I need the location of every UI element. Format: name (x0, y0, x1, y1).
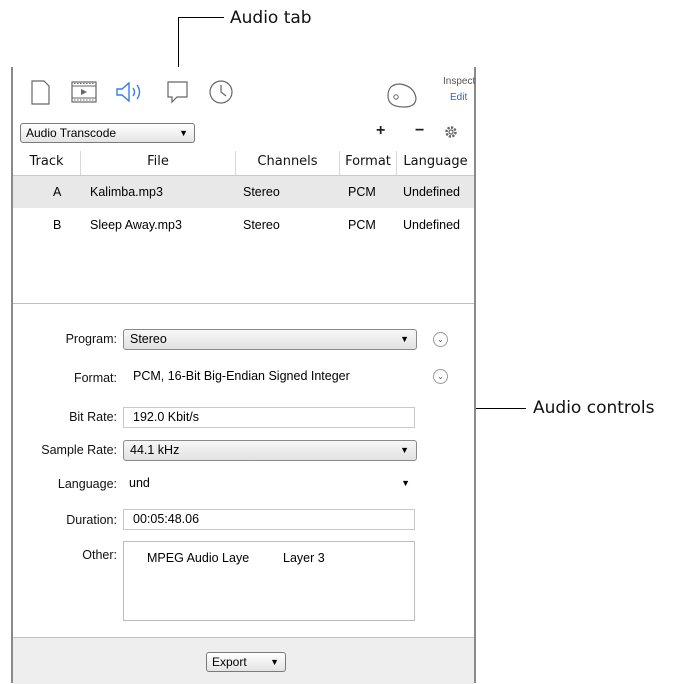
export-label: Export (212, 655, 247, 669)
program-value: Stereo (130, 332, 167, 346)
other-value-1: MPEG Audio Laye (147, 551, 250, 565)
cell-file: Sleep Away.mp3 (90, 218, 182, 232)
cell-channels: Stereo (243, 185, 280, 199)
cell-format: PCM (348, 218, 376, 232)
preset-dropdown[interactable]: Audio Transcode ▼ (20, 123, 195, 143)
divider (13, 303, 474, 304)
program-select[interactable]: Stereo ▼ (123, 329, 417, 350)
document-icon[interactable] (25, 77, 55, 107)
tracks-table: Track File Channels Format Language A Ka… (13, 151, 474, 303)
callout-line-audio-controls (476, 408, 526, 409)
format-field: PCM, 16-Bit Big-Endian Signed Integer (123, 366, 413, 387)
chevron-down-icon: ▼ (400, 445, 409, 455)
duration-field[interactable]: 00:05:48.06 (123, 509, 415, 530)
callout-audio-tab: Audio tab (230, 8, 312, 28)
gear-icon[interactable] (442, 123, 460, 141)
bitrate-field[interactable]: 192.0 Kbit/s (123, 407, 415, 428)
cell-file: Kalimba.mp3 (90, 185, 163, 199)
column-header-format[interactable]: Format (340, 151, 397, 175)
audio-icon[interactable] (113, 77, 143, 107)
column-header-channels[interactable]: Channels (236, 151, 340, 175)
column-header-track[interactable]: Track (13, 151, 81, 175)
format-label: Format: (73, 371, 117, 385)
other-value-2: Layer 3 (283, 551, 325, 565)
program-disclosure-icon[interactable]: ⌄ (433, 332, 448, 347)
inspector-panel: Inspect Edit Audio Transcode ▼ + − Track… (11, 67, 476, 684)
duration-label: Duration: (66, 513, 117, 527)
inspect-icon[interactable] (384, 80, 417, 110)
cell-language: Undefined (403, 185, 460, 199)
chevron-down-icon: ▼ (179, 128, 188, 138)
table-row[interactable]: B Sleep Away.mp3 Stereo PCM Undefined (13, 209, 474, 241)
cell-track: A (53, 185, 62, 199)
chevron-down-icon: ▼ (401, 478, 410, 488)
cell-track: B (53, 218, 62, 232)
samplerate-value: 44.1 kHz (130, 443, 180, 457)
chevron-down-icon: ▼ (400, 334, 409, 344)
subtitle-icon[interactable] (163, 77, 193, 107)
cell-format: PCM (348, 185, 376, 199)
other-label: Other: (82, 548, 117, 562)
remove-button[interactable]: − (415, 122, 424, 140)
column-header-file[interactable]: File (81, 151, 236, 175)
edit-link[interactable]: Edit (450, 92, 467, 103)
callout-line-audio-tab-h (178, 17, 224, 18)
preset-value: Audio Transcode (26, 126, 117, 140)
samplerate-label: Sample Rate: (41, 443, 117, 457)
chevron-down-icon: ▼ (270, 657, 279, 667)
toolbar: Inspect Edit (13, 67, 475, 117)
table-row[interactable]: A Kalimba.mp3 Stereo PCM Undefined (13, 176, 474, 208)
language-select[interactable]: und ▼ (123, 474, 417, 495)
language-value: und (129, 476, 150, 490)
callout-audio-controls: Audio controls (533, 398, 655, 418)
cell-language: Undefined (403, 218, 460, 232)
clock-icon[interactable] (206, 77, 236, 107)
footer-bar: Export ▼ (13, 637, 474, 684)
format-disclosure-icon[interactable]: ⌄ (433, 369, 448, 384)
inspect-label[interactable]: Inspect (443, 76, 475, 87)
other-textarea[interactable]: MPEG Audio Laye Layer 3 (123, 541, 415, 621)
bitrate-label: Bit Rate: (69, 410, 117, 424)
cell-channels: Stereo (243, 218, 280, 232)
language-label: Language: (57, 477, 117, 491)
add-button[interactable]: + (376, 122, 385, 140)
export-button[interactable]: Export ▼ (206, 652, 286, 672)
video-icon[interactable] (69, 77, 99, 107)
table-header: Track File Channels Format Language (13, 151, 474, 176)
program-label: Program: (65, 332, 117, 346)
column-header-language[interactable]: Language (397, 151, 474, 175)
samplerate-select[interactable]: 44.1 kHz ▼ (123, 440, 417, 461)
